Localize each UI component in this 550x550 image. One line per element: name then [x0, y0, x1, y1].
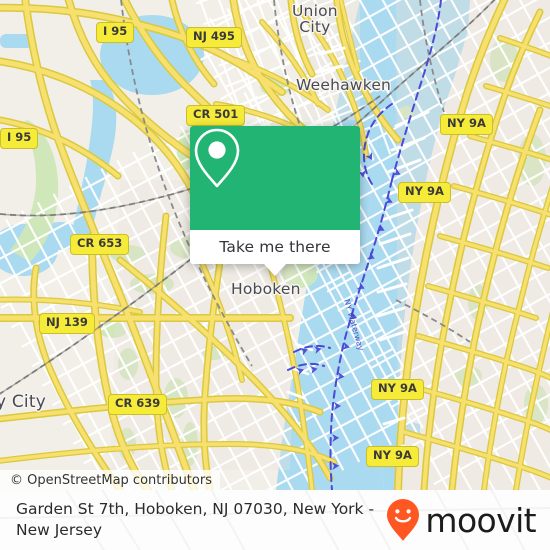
route-shield-cr639: CR 639 [108, 394, 168, 415]
map-canvas[interactable]: NY Waterway Union City Weehawken Hoboken… [0, 0, 550, 490]
route-shield-ny9a-2: NY 9A [398, 182, 451, 203]
route-shield-ny9a-1: NY 9A [440, 114, 493, 135]
moovit-wordmark: moovit [425, 500, 536, 540]
route-shield-nj139: NJ 139 [39, 313, 95, 334]
take-me-there-button[interactable]: Take me there [190, 230, 360, 264]
card-pointer-tail [264, 264, 286, 276]
take-me-there-card[interactable]: Take me there [190, 126, 360, 276]
card-header [190, 126, 360, 230]
moovit-smiley-pin-icon [387, 499, 420, 541]
route-shield-cr501: CR 501 [186, 105, 246, 126]
map-pin-icon [194, 128, 240, 188]
route-shield-cr653: CR 653 [70, 234, 130, 255]
route-shield-i95-west: I 95 [0, 128, 39, 149]
route-shield-i95-north: I 95 [96, 22, 135, 43]
moovit-brand[interactable]: moovit [386, 498, 537, 542]
take-me-there-label: Take me there [219, 238, 331, 256]
moovit-map-screenshot: NY Waterway Union City Weehawken Hoboken… [0, 0, 550, 550]
location-title: Garden St 7th, Hoboken, NJ 07030, New Yo… [16, 500, 375, 539]
route-shield-ny9a-3: NY 9A [371, 379, 424, 400]
route-shield-nj495: NJ 495 [186, 27, 242, 48]
route-shield-ny9a-4: NY 9A [366, 446, 419, 467]
openstreetmap-attribution[interactable]: © OpenStreetMap contributors [0, 470, 220, 490]
footer-bar: Garden St 7th, Hoboken, NJ 07030, New Yo… [0, 490, 550, 550]
